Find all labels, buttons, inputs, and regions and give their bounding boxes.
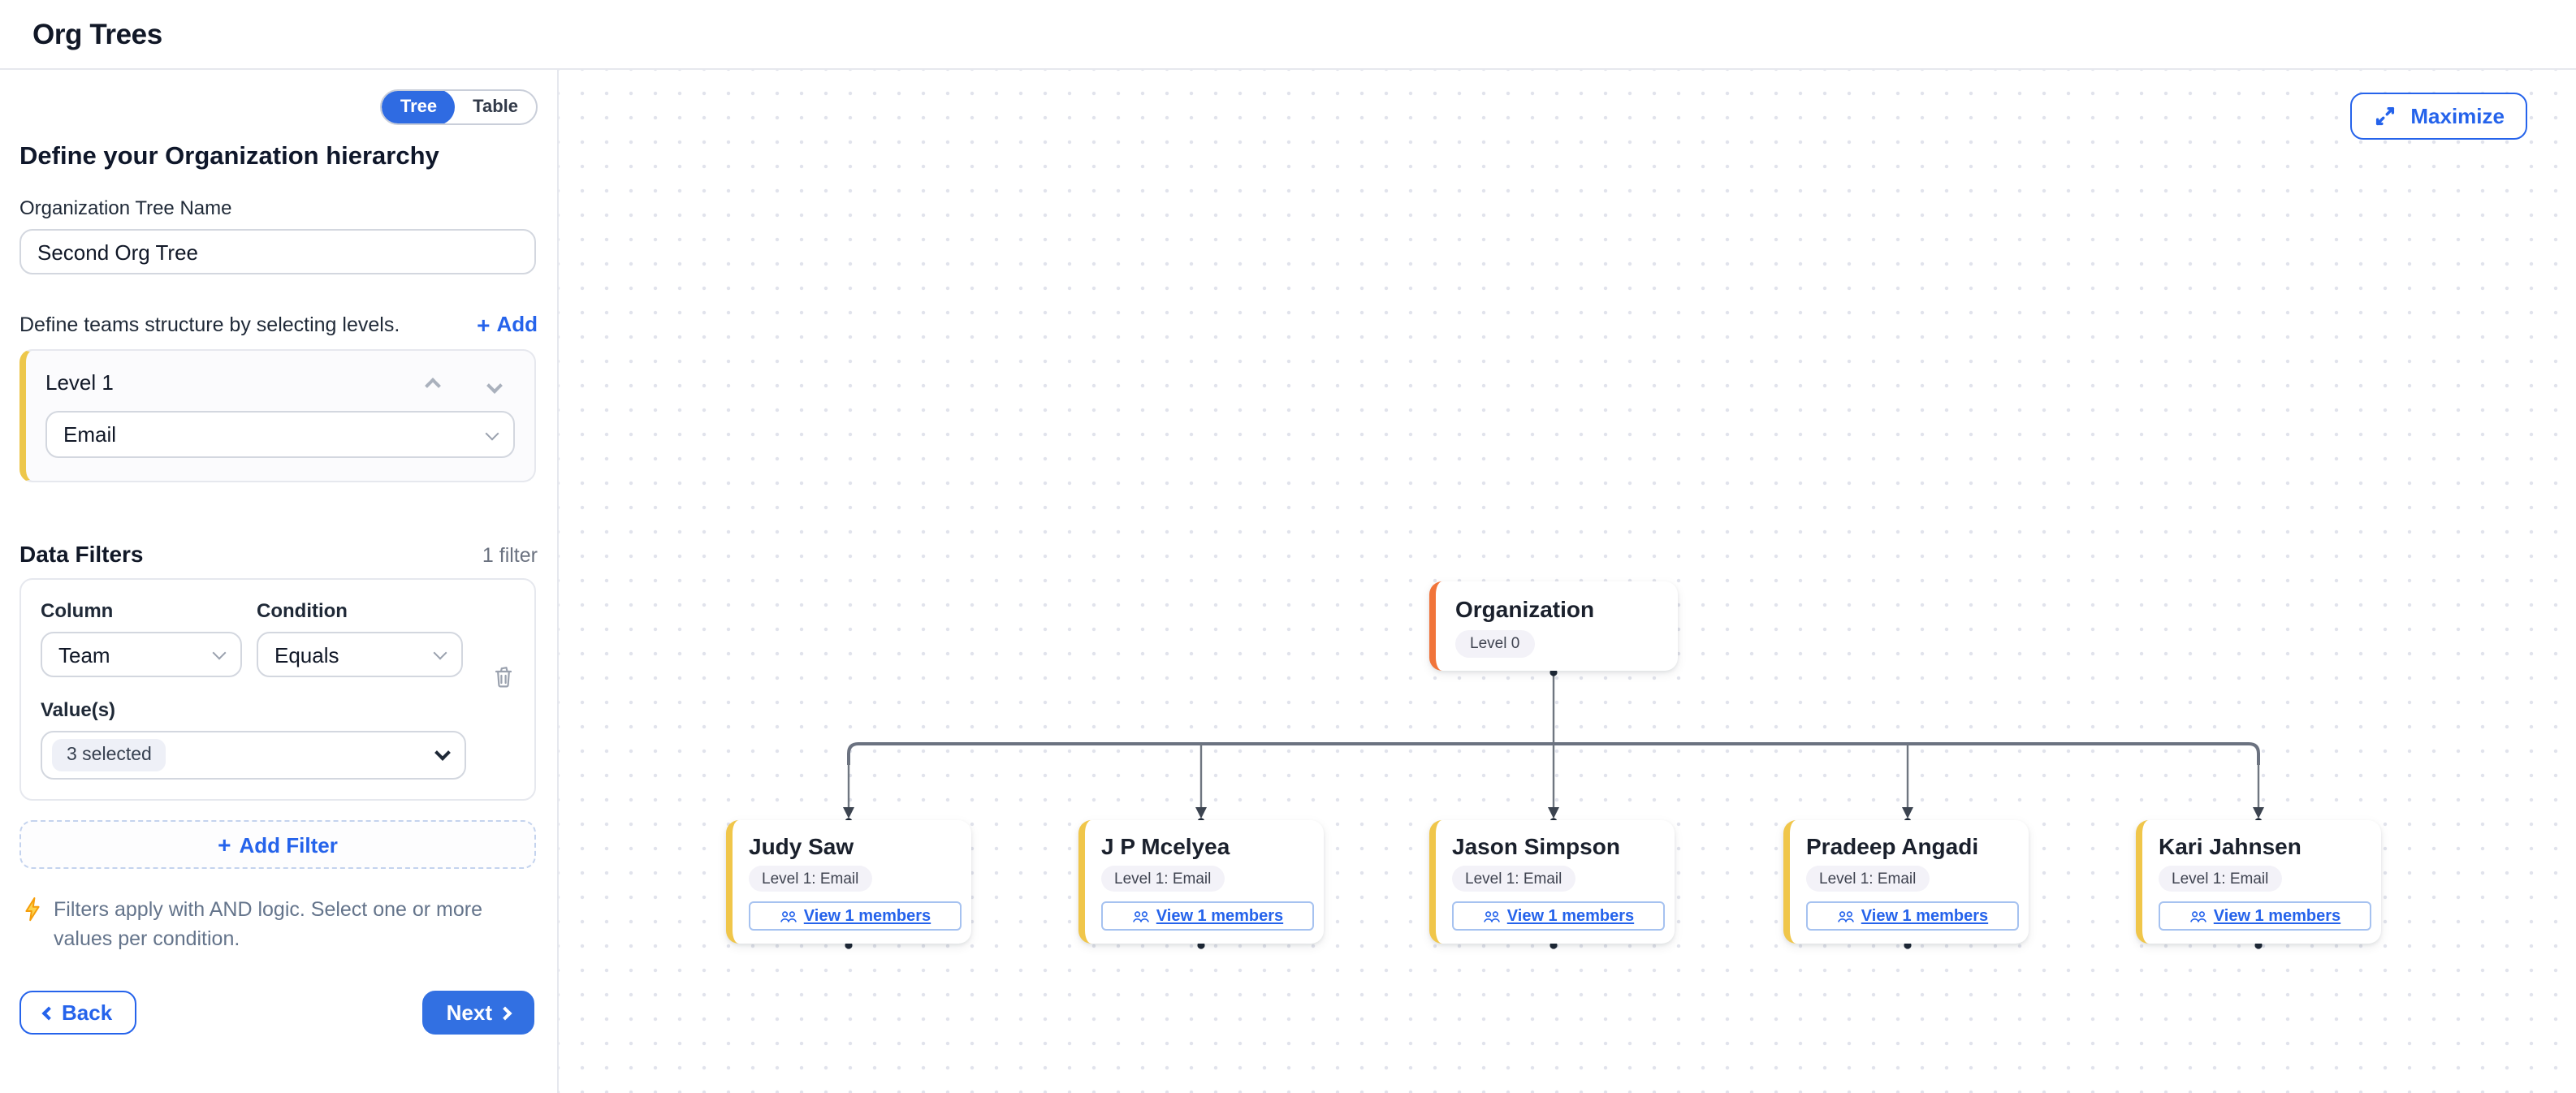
maximize-icon <box>2373 104 2397 128</box>
level-label: Level 1 <box>45 370 114 395</box>
people-icon <box>1483 909 1501 923</box>
org-node[interactable]: Jason Simpson Level 1: Email View 1 memb… <box>1429 820 1675 944</box>
org-tree-canvas[interactable]: Maximize <box>559 70 2576 1093</box>
node-level-badge: Level 1: Email <box>1806 866 1929 892</box>
maximize-button[interactable]: Maximize <box>2350 93 2527 140</box>
tree-name-label: Organization Tree Name <box>19 197 538 219</box>
delete-filter-button[interactable] <box>492 664 515 693</box>
app: Org Trees Tree Table Define your Organiz… <box>0 0 2576 1093</box>
chevron-down-icon <box>434 745 451 761</box>
view-members-button[interactable]: View 1 members <box>749 901 962 931</box>
view-members-button[interactable]: View 1 members <box>1101 901 1314 931</box>
org-node[interactable]: Judy Saw Level 1: Email View 1 members <box>726 820 971 944</box>
next-button[interactable]: Next <box>422 991 534 1035</box>
org-node-root[interactable]: Organization Level 0 <box>1429 581 1678 671</box>
trash-icon <box>492 664 515 689</box>
values-label: Value(s) <box>41 698 515 721</box>
page-title: Org Trees <box>32 17 162 51</box>
selected-count-chip: 3 selected <box>52 739 166 771</box>
node-title: Organization <box>1455 596 1658 622</box>
view-members-button[interactable]: View 1 members <box>1452 901 1665 931</box>
filter-condition-select[interactable]: Equals <box>257 632 463 677</box>
level-card: Level 1 Email <box>19 349 536 482</box>
people-icon <box>2189 909 2207 923</box>
page-header: Org Trees <box>0 0 2576 70</box>
move-level-up-button[interactable] <box>421 371 443 394</box>
view-members-button[interactable]: View 1 members <box>2159 901 2371 931</box>
org-node[interactable]: Pradeep Angadi Level 1: Email View 1 mem… <box>1783 820 2029 944</box>
node-title: J P Mcelyea <box>1101 833 1307 859</box>
node-level-badge: Level 1: Email <box>749 866 871 892</box>
org-node[interactable]: J P Mcelyea Level 1: Email View 1 member… <box>1078 820 1324 944</box>
toggle-table-button[interactable]: Table <box>455 89 536 125</box>
node-level-badge: Level 1: Email <box>1101 866 1224 892</box>
node-title: Pradeep Angadi <box>1806 833 2012 859</box>
condition-label: Condition <box>257 599 463 622</box>
column-label: Column <box>41 599 242 622</box>
filters-note-text: Filters apply with AND logic. Select one… <box>54 895 528 954</box>
chevron-up-icon <box>424 377 440 393</box>
node-title: Kari Jahnsen <box>2159 833 2365 859</box>
filter-column-select[interactable]: Team <box>41 632 242 677</box>
chevron-down-icon <box>486 377 502 393</box>
view-members-button[interactable]: View 1 members <box>1806 901 2019 931</box>
org-node[interactable]: Kari Jahnsen Level 1: Email View 1 membe… <box>2136 820 2381 944</box>
node-title: Jason Simpson <box>1452 833 1658 859</box>
plus-icon: + <box>218 833 231 856</box>
filter-values-multiselect[interactable]: 3 selected <box>41 731 466 780</box>
node-level-badge: Level 1: Email <box>1452 866 1575 892</box>
plus-icon: + <box>477 313 490 335</box>
add-filter-button[interactable]: + Add Filter <box>19 820 536 869</box>
filter-count: 1 filter <box>482 544 538 567</box>
filter-card: Column Team Condition Equals <box>19 578 536 801</box>
tree-name-input[interactable] <box>19 229 536 274</box>
node-level-badge: Level 1: Email <box>2159 866 2281 892</box>
chevron-down-icon <box>434 646 447 660</box>
hierarchy-sidebar: Tree Table Define your Organization hier… <box>0 70 559 1093</box>
chevron-left-icon <box>42 1006 56 1020</box>
toggle-tree-button[interactable]: Tree <box>383 89 455 125</box>
filters-note: Filters apply with AND logic. Select one… <box>19 895 538 954</box>
back-button[interactable]: Back <box>19 991 136 1035</box>
node-level-badge: Level 0 <box>1455 630 1534 658</box>
people-icon <box>1132 909 1150 923</box>
level-column-select[interactable]: Email <box>45 411 515 458</box>
people-icon <box>1837 909 1855 923</box>
levels-hint: Define teams structure by selecting leve… <box>19 313 400 335</box>
view-toggle: Tree Table <box>381 89 538 125</box>
data-filters-title: Data Filters <box>19 541 144 567</box>
people-icon <box>780 909 797 923</box>
lightning-icon <box>23 896 42 922</box>
node-title: Judy Saw <box>749 833 955 859</box>
chevron-right-icon <box>499 1006 512 1020</box>
chevron-down-icon <box>213 646 227 660</box>
panel-heading: Define your Organization hierarchy <box>19 143 538 172</box>
chevron-down-icon <box>486 426 499 440</box>
move-level-down-button[interactable] <box>482 371 505 394</box>
add-level-button[interactable]: + Add <box>477 312 538 336</box>
